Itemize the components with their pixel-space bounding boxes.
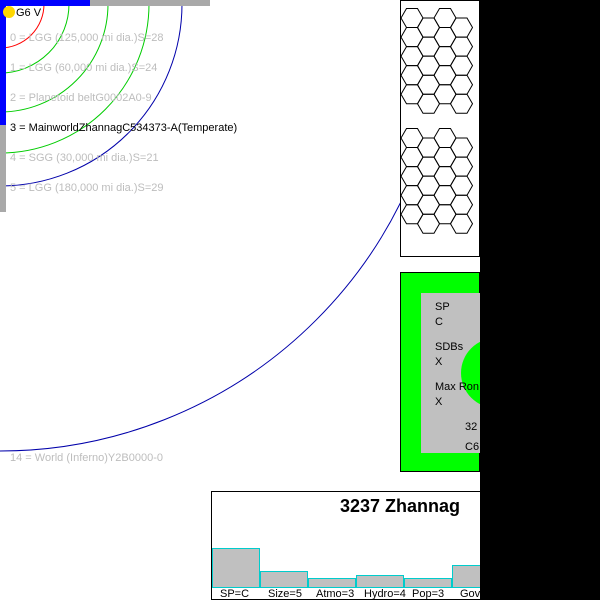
hex-cell[interactable]: [449, 36, 474, 57]
chart-title: 3237 Zhannag: [340, 496, 461, 516]
orbit-item[interactable]: 4 = SGG (30,000 mi dia.)S=21: [10, 152, 159, 164]
chart-x-label: Hydro=4: [364, 588, 406, 600]
chart-bar: [308, 578, 356, 588]
offscreen-area: [480, 0, 600, 600]
hex-cell[interactable]: [449, 194, 474, 215]
axis-bar-blue: [0, 0, 6, 125]
hex-cell[interactable]: [449, 137, 474, 158]
chart-bar: [260, 571, 308, 588]
hex-cell[interactable]: [449, 156, 474, 177]
chart-bar: [452, 565, 480, 588]
chart-x-label: SP=C: [220, 588, 250, 600]
chart-bar: [212, 548, 260, 588]
orbit-item[interactable]: 5 = LGG (180,000 mi dia.)S=29: [10, 182, 163, 194]
world-info-panel: SP C SDBs X Max Ron X 32 C6: [400, 272, 481, 472]
chart-x-label: Pop=3: [412, 588, 445, 600]
hex-map[interactable]: [400, 0, 480, 257]
panel-number-a: 32: [465, 421, 478, 433]
panel-sp-label: SP: [435, 301, 450, 313]
hex-cell[interactable]: [449, 74, 474, 95]
chart-x-label: Size=5: [268, 588, 302, 600]
uwp-chart: 3237 Zhannag SP=C Size=5 Atmo=3 Hydro=4 Pop=…: [211, 491, 481, 600]
hex-cell[interactable]: [449, 213, 474, 234]
star-label: G6 V: [16, 7, 42, 19]
chart-bar: [404, 578, 452, 588]
panel-maxron-label: Max Ron: [435, 381, 480, 393]
hex-cell[interactable]: [449, 175, 474, 196]
chart-x-label: Gov: [460, 588, 481, 600]
orbit-item[interactable]: 2 = Planetoid beltG0002A0-9: [10, 92, 152, 104]
hex-cell[interactable]: [449, 17, 474, 38]
chart-x-label: Atmo=3: [316, 588, 355, 600]
world-circle-icon: [461, 338, 481, 408]
orbit-item[interactable]: 3 = MainworldZhannagC534373-A(Temperate): [10, 122, 237, 134]
top-strip-highlight: [0, 0, 90, 6]
panel-sp-value: C: [435, 316, 443, 328]
panel-number-b: C6: [465, 441, 480, 453]
panel-sdbs-value: X: [435, 356, 443, 368]
hex-cell[interactable]: [449, 93, 474, 114]
orbit-item-outer[interactable]: 14 = World (Inferno)Y2B0000-0: [10, 452, 163, 464]
chart-bar: [356, 575, 404, 588]
star-icon: [3, 6, 15, 18]
orbit-item[interactable]: 1 = LGG (60,000 mi dia.)S=24: [10, 62, 157, 74]
panel-sdbs-label: SDBs: [435, 341, 464, 353]
world-info-inner: SP C SDBs X Max Ron X 32 C6: [421, 293, 481, 453]
orbit-item[interactable]: 0 = LGG (125,000 mi dia.)S=28: [10, 32, 163, 44]
panel-maxron-value: X: [435, 396, 443, 408]
axis-bar-gray: [0, 125, 6, 212]
hex-cell[interactable]: [449, 55, 474, 76]
hex-grid: [400, 8, 474, 234]
